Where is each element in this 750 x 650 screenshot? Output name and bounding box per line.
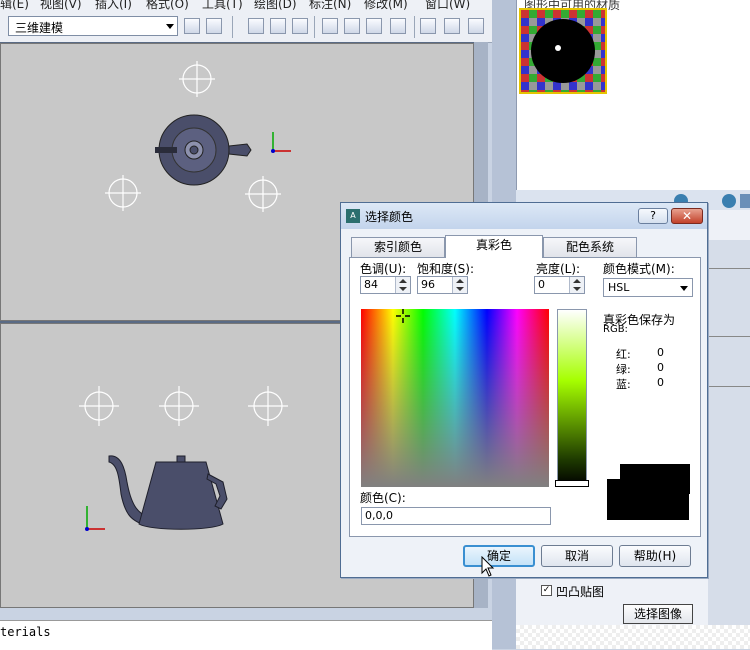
spectrum-crosshair-icon[interactable] [396,309,410,323]
copy-icon[interactable] [444,18,460,34]
light-glyph [159,386,199,426]
toolbar-separator [314,16,315,38]
app-icon: A [346,209,360,223]
teapot-side-view [108,455,228,530]
menu-window[interactable]: 窗口(W) [425,0,470,10]
color-model-value: HSL [608,281,630,294]
dialog-title: 选择颜色 [365,210,414,224]
map-preview [516,625,750,649]
tab-index-color[interactable]: 索引颜色 [351,237,445,257]
stored-as-sub: RGB: [603,324,628,335]
select-image-button[interactable]: 选择图像 [623,604,693,624]
blue-value: 0 [657,376,664,389]
command-text: terials [0,625,51,639]
toolbar-separator [232,16,233,38]
teapot-top-view [155,114,252,186]
hue-value: 84 [364,278,378,291]
hue-saturation-spectrum[interactable] [361,309,549,487]
cut-icon[interactable] [420,18,436,34]
ucs-icon [271,132,291,153]
red-label: 红: [616,348,631,361]
light-glyph [248,386,288,426]
luminance-stepper[interactable]: 0 [534,276,585,294]
light-glyph [179,61,215,97]
dialog-titlebar[interactable]: A 选择颜色 ? ✕ [341,203,707,229]
tab-true-color[interactable]: 真彩色 [445,235,543,258]
luminance-slider-thumb[interactable] [555,480,589,487]
close-icon[interactable]: ✕ [671,208,703,224]
toolbar-separator [414,16,415,38]
open-file-icon[interactable] [270,18,286,34]
workspace-value: 三维建模 [15,21,64,35]
divider [708,268,750,269]
help-button[interactable]: 帮助(H) [619,545,691,567]
plot-icon[interactable] [322,18,338,34]
hue-label: 色调(U): [360,262,407,276]
menu-format[interactable]: 格式(O) [146,0,189,10]
spin-arrows-icon[interactable] [569,277,584,293]
plot-preview-icon[interactable] [344,18,360,34]
new-color-swatch [607,479,689,520]
divider [708,386,750,387]
tab-color-books[interactable]: 配色系统 [543,237,637,257]
ucs-icon [85,506,105,531]
publish-icon[interactable] [366,18,382,34]
publish-3d-icon[interactable] [390,18,406,34]
toolbar-icon[interactable] [206,18,222,34]
tab-strip: 索引颜色 真彩色 配色系统 [349,235,701,258]
toolbar: 三维建模 [0,10,492,43]
red-value: 0 [657,346,664,359]
luminance-slider[interactable] [557,309,587,487]
chevron-down-icon [680,286,688,291]
menu-insert[interactable]: 插入(I) [95,0,132,10]
material-swatch[interactable] [519,8,607,94]
help-icon[interactable]: ? [638,208,668,224]
menu-tools[interactable]: 工具(T) [202,0,243,10]
green-value: 0 [657,361,664,374]
spin-arrows-icon[interactable] [452,277,467,293]
chevron-down-icon [166,24,174,29]
properties-edge [708,240,750,630]
ok-button[interactable]: 确定 [463,545,535,567]
spin-arrows-icon[interactable] [395,277,410,293]
blue-label: 蓝: [616,378,631,391]
menu-view[interactable]: 视图(V) [40,0,82,10]
saturation-stepper[interactable]: 96 [417,276,468,294]
select-color-dialog: A 选择颜色 ? ✕ 索引颜色 真彩色 配色系统 色调(U): 84 饱和度(S… [340,202,708,578]
light-glyph [245,176,281,212]
color-input-value: 0,0,0 [365,509,393,522]
light-glyph [105,175,141,211]
divider [708,336,750,337]
workspace-settings-icon[interactable] [184,18,200,34]
light-glyph [79,386,119,426]
bump-map-checkbox[interactable]: ✓ [541,585,552,596]
menu-edit[interactable]: 辑(E) [0,0,29,10]
color-model-label: 颜色模式(M): [603,262,675,276]
color-label: 颜色(C): [360,491,406,505]
color-input[interactable]: 0,0,0 [361,507,551,525]
color-model-select[interactable]: HSL [603,278,693,297]
saturation-value: 96 [421,278,435,291]
workspace-combo[interactable]: 三维建模 [8,16,178,36]
saturation-label: 饱和度(S): [417,262,475,276]
hue-stepper[interactable]: 84 [360,276,411,294]
menu-modify[interactable]: 修改(M) [364,0,408,10]
luminance-value: 0 [538,278,545,291]
materials-tool-icon[interactable] [722,194,736,208]
menu-bar: 辑(E) 视图(V) 插入(I) 格式(O) 工具(T) 绘图(D) 标注(N)… [0,0,520,10]
menu-draw[interactable]: 绘图(D) [254,0,297,10]
mouse-cursor-icon [481,556,495,577]
materials-tool-icon[interactable] [740,194,750,208]
material-preview [521,10,605,92]
bump-map-label: 凹凸贴图 [556,585,605,599]
menu-dimension[interactable]: 标注(N) [309,0,351,10]
save-icon[interactable] [292,18,308,34]
green-label: 绿: [616,363,631,376]
command-line[interactable]: terials [0,620,492,650]
new-file-icon[interactable] [248,18,264,34]
cancel-button[interactable]: 取消 [541,545,613,567]
luminance-label: 亮度(L): [536,262,581,276]
paste-icon[interactable] [468,18,484,34]
